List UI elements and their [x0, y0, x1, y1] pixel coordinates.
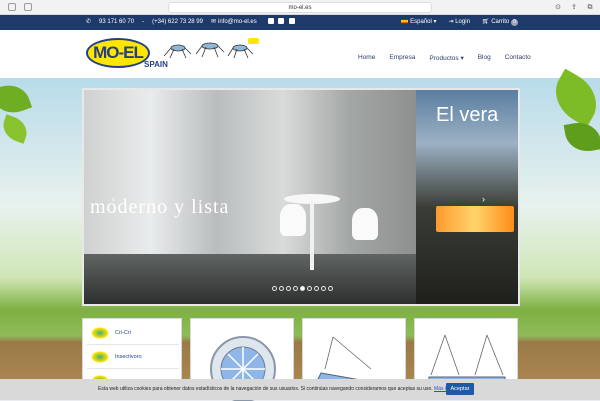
login-link[interactable]: ⇥ Login — [449, 15, 470, 30]
slider-dot[interactable] — [321, 286, 326, 291]
login-label: Login — [455, 19, 470, 25]
slider-pagination — [272, 286, 333, 291]
site-logo[interactable]: MO-EL SPAIN — [86, 36, 264, 70]
facebook-icon[interactable] — [267, 18, 274, 25]
logo-oval: MO-EL — [86, 38, 150, 68]
nav-blog[interactable]: Blog — [478, 54, 491, 62]
leaf-decoration — [0, 114, 31, 144]
phone-number[interactable]: 93 171 60 70 — [99, 15, 134, 30]
category-item-cri-cri[interactable]: Cri-Cri — [87, 321, 179, 345]
slider-dot[interactable] — [307, 286, 312, 291]
share-icon[interactable]: ⇪ — [568, 2, 580, 13]
slider-dot[interactable] — [272, 286, 277, 291]
chair-shape — [352, 208, 378, 240]
category-label: Insectivoro — [115, 354, 142, 360]
slide-caption-next: El vera — [436, 104, 499, 126]
chair-shape — [280, 204, 306, 236]
language-select[interactable]: Español ▾ — [401, 15, 437, 30]
nav-contacto[interactable]: Contacto — [505, 54, 531, 62]
caret-down-icon: ▾ — [460, 55, 464, 62]
nav-productos[interactable]: Productos ▾ — [429, 54, 463, 62]
nav-productos-label: Productos — [429, 55, 459, 62]
language-label: Español — [410, 19, 432, 25]
main-navigation: Home Empresa Productos ▾ Blog Contacto — [358, 54, 531, 62]
mosquito-icon — [91, 327, 109, 339]
spain-flag-icon — [401, 18, 409, 24]
url-text: mo-el.es — [288, 5, 312, 11]
slider-dot[interactable] — [314, 286, 319, 291]
slider-dot[interactable] — [300, 286, 305, 291]
cart-link[interactable]: 🛒︎ Carrito 0 — [482, 15, 518, 30]
window-close-icon[interactable] — [8, 3, 16, 11]
email-icon: ✉ — [210, 19, 216, 25]
nav-home[interactable]: Home — [358, 54, 375, 62]
twitter-icon[interactable] — [278, 18, 285, 25]
category-item-insectivoro[interactable]: Insectivoro — [87, 345, 179, 369]
mosquito-logo-icon — [163, 38, 259, 59]
slider-dot[interactable] — [286, 286, 291, 291]
browser-toolbar: mo-el.es ⊙ ⇪ ⧉ — [0, 0, 600, 15]
slider-next-arrow-icon[interactable]: › — [482, 194, 485, 204]
address-bar[interactable]: mo-el.es — [168, 2, 432, 13]
phone-icon: ✆ — [86, 19, 92, 25]
nav-empresa[interactable]: Empresa — [389, 54, 415, 62]
slider-dot[interactable] — [279, 286, 284, 291]
cookie-banner: Esta web utiliza cookies para obtener da… — [0, 379, 600, 400]
leaf-decoration — [545, 68, 600, 128]
slider-dot[interactable] — [293, 286, 298, 291]
cart-icon: 🛒︎ — [481, 19, 490, 25]
tabs-icon[interactable]: ⧉ — [584, 2, 596, 13]
leaf-decoration — [563, 119, 600, 155]
site-header: MO-EL SPAIN Home Empresa Productos ▾ Blo… — [0, 30, 600, 78]
user-icon: ⇥ — [448, 19, 454, 25]
hero-slider[interactable]: moderno y lista El vera ‹ › — [82, 88, 520, 306]
category-label: Cri-Cri — [115, 330, 131, 336]
cookie-message: Esta web utiliza cookies para obtener da… — [98, 379, 471, 400]
back-icon[interactable] — [24, 3, 32, 11]
slider-dot[interactable] — [328, 286, 333, 291]
cart-label: Carrito — [491, 19, 510, 25]
youtube-icon[interactable] — [289, 18, 296, 25]
mosquito-icon — [91, 351, 109, 363]
logo-subtitle: SPAIN — [144, 60, 168, 69]
heater-glow — [436, 206, 514, 232]
email-link[interactable]: info@mo-el.es — [218, 15, 257, 30]
mobile-number[interactable]: (+34) 622 73 28 99 — [152, 15, 203, 30]
cart-count-badge: 0 — [511, 19, 518, 26]
slider-prev-arrow-icon[interactable]: ‹ — [112, 194, 115, 204]
download-icon[interactable]: ⊙ — [552, 2, 564, 13]
leaf-decoration — [0, 79, 33, 119]
slide-interior-image: moderno y lista — [84, 90, 416, 304]
cookie-accept-button[interactable]: Aceptar — [446, 383, 474, 395]
top-contact-bar: ✆ 93 171 60 70 - (+34) 622 73 28 99 ✉ in… — [0, 15, 600, 30]
cookie-text: Esta web utiliza cookies para obtener da… — [98, 386, 433, 392]
